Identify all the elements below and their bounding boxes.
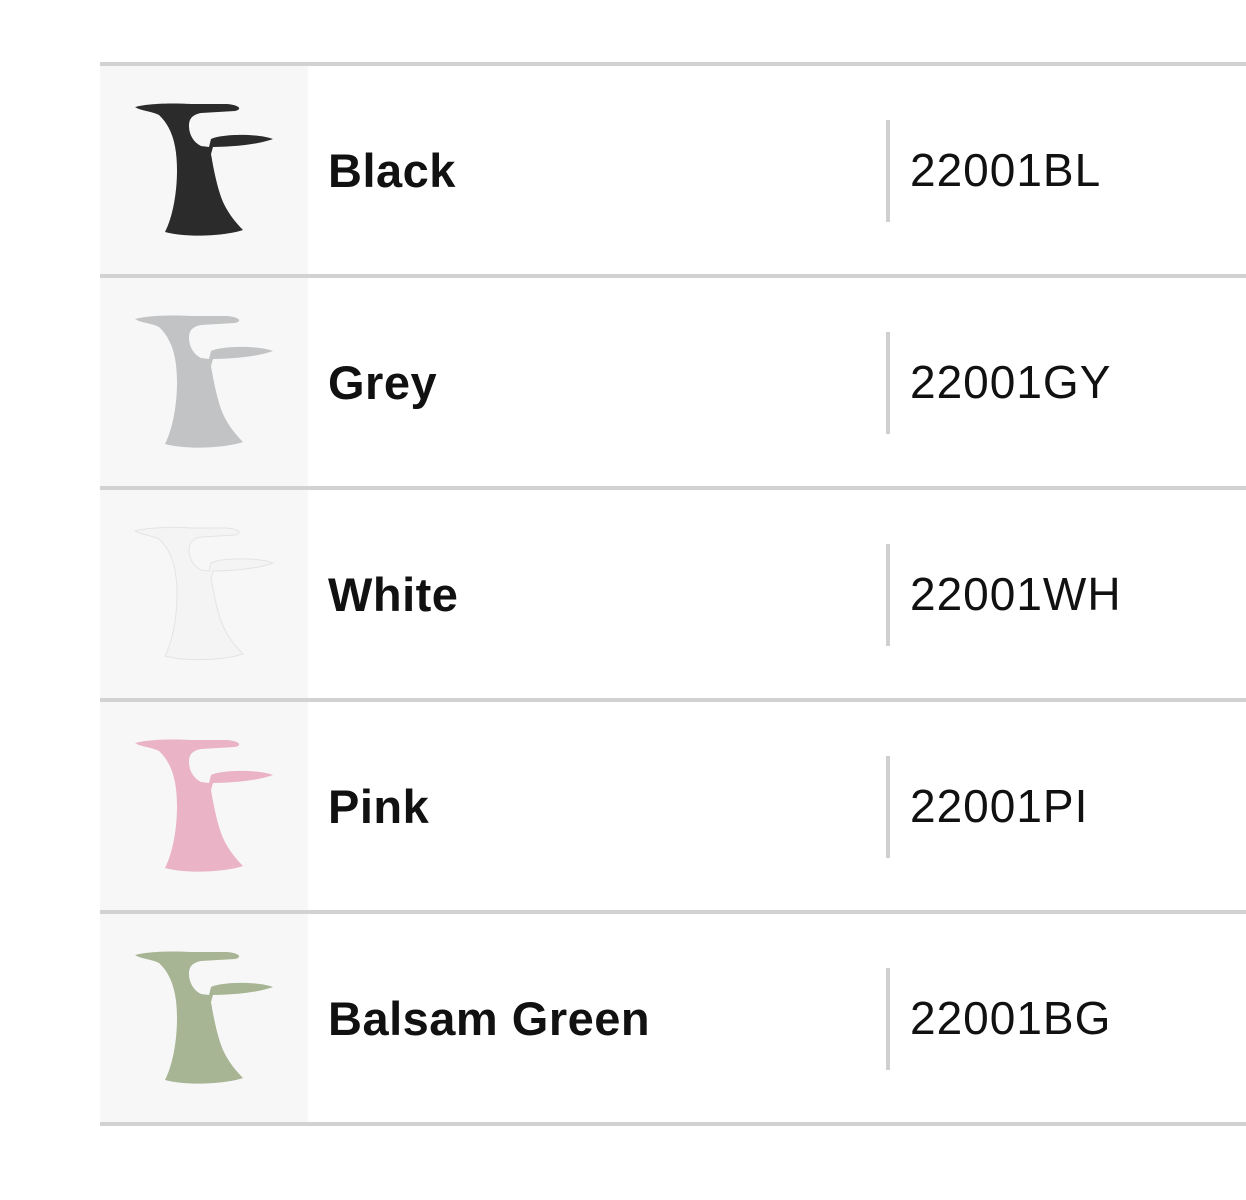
column-divider [886,120,890,222]
product-code: 22001BL [910,144,1102,196]
product-thumbnail[interactable] [100,702,308,910]
variant-row[interactable]: White 22001WH [100,490,1246,702]
color-name: White [328,567,459,621]
variant-list: Black 22001BL Grey 22001GY White 22001WH [100,62,1246,1126]
column-divider [886,332,890,434]
product-code: 22001BG [910,992,1112,1044]
product-code: 22001WH [910,568,1122,620]
variant-row[interactable]: Pink 22001PI [100,702,1246,914]
column-divider [886,544,890,646]
column-divider [886,756,890,858]
color-name: Black [328,143,456,197]
tree-table-icon [133,526,275,661]
color-name: Grey [328,355,438,409]
variant-row[interactable]: Balsam Green 22001BG [100,914,1246,1126]
product-code: 22001GY [910,356,1112,408]
product-thumbnail[interactable] [100,914,308,1122]
color-name: Pink [328,779,430,833]
tree-table-icon [135,315,273,448]
tree-table-icon [135,951,273,1084]
variant-row[interactable]: Grey 22001GY [100,278,1246,490]
variant-row[interactable]: Black 22001BL [100,66,1246,278]
color-name: Balsam Green [328,991,651,1045]
product-thumbnail[interactable] [100,66,308,274]
tree-table-icon [135,103,273,236]
tree-table-icon [135,739,273,872]
product-thumbnail[interactable] [100,278,308,486]
column-divider [886,968,890,1070]
product-code: 22001PI [910,780,1089,832]
product-thumbnail[interactable] [100,490,308,698]
